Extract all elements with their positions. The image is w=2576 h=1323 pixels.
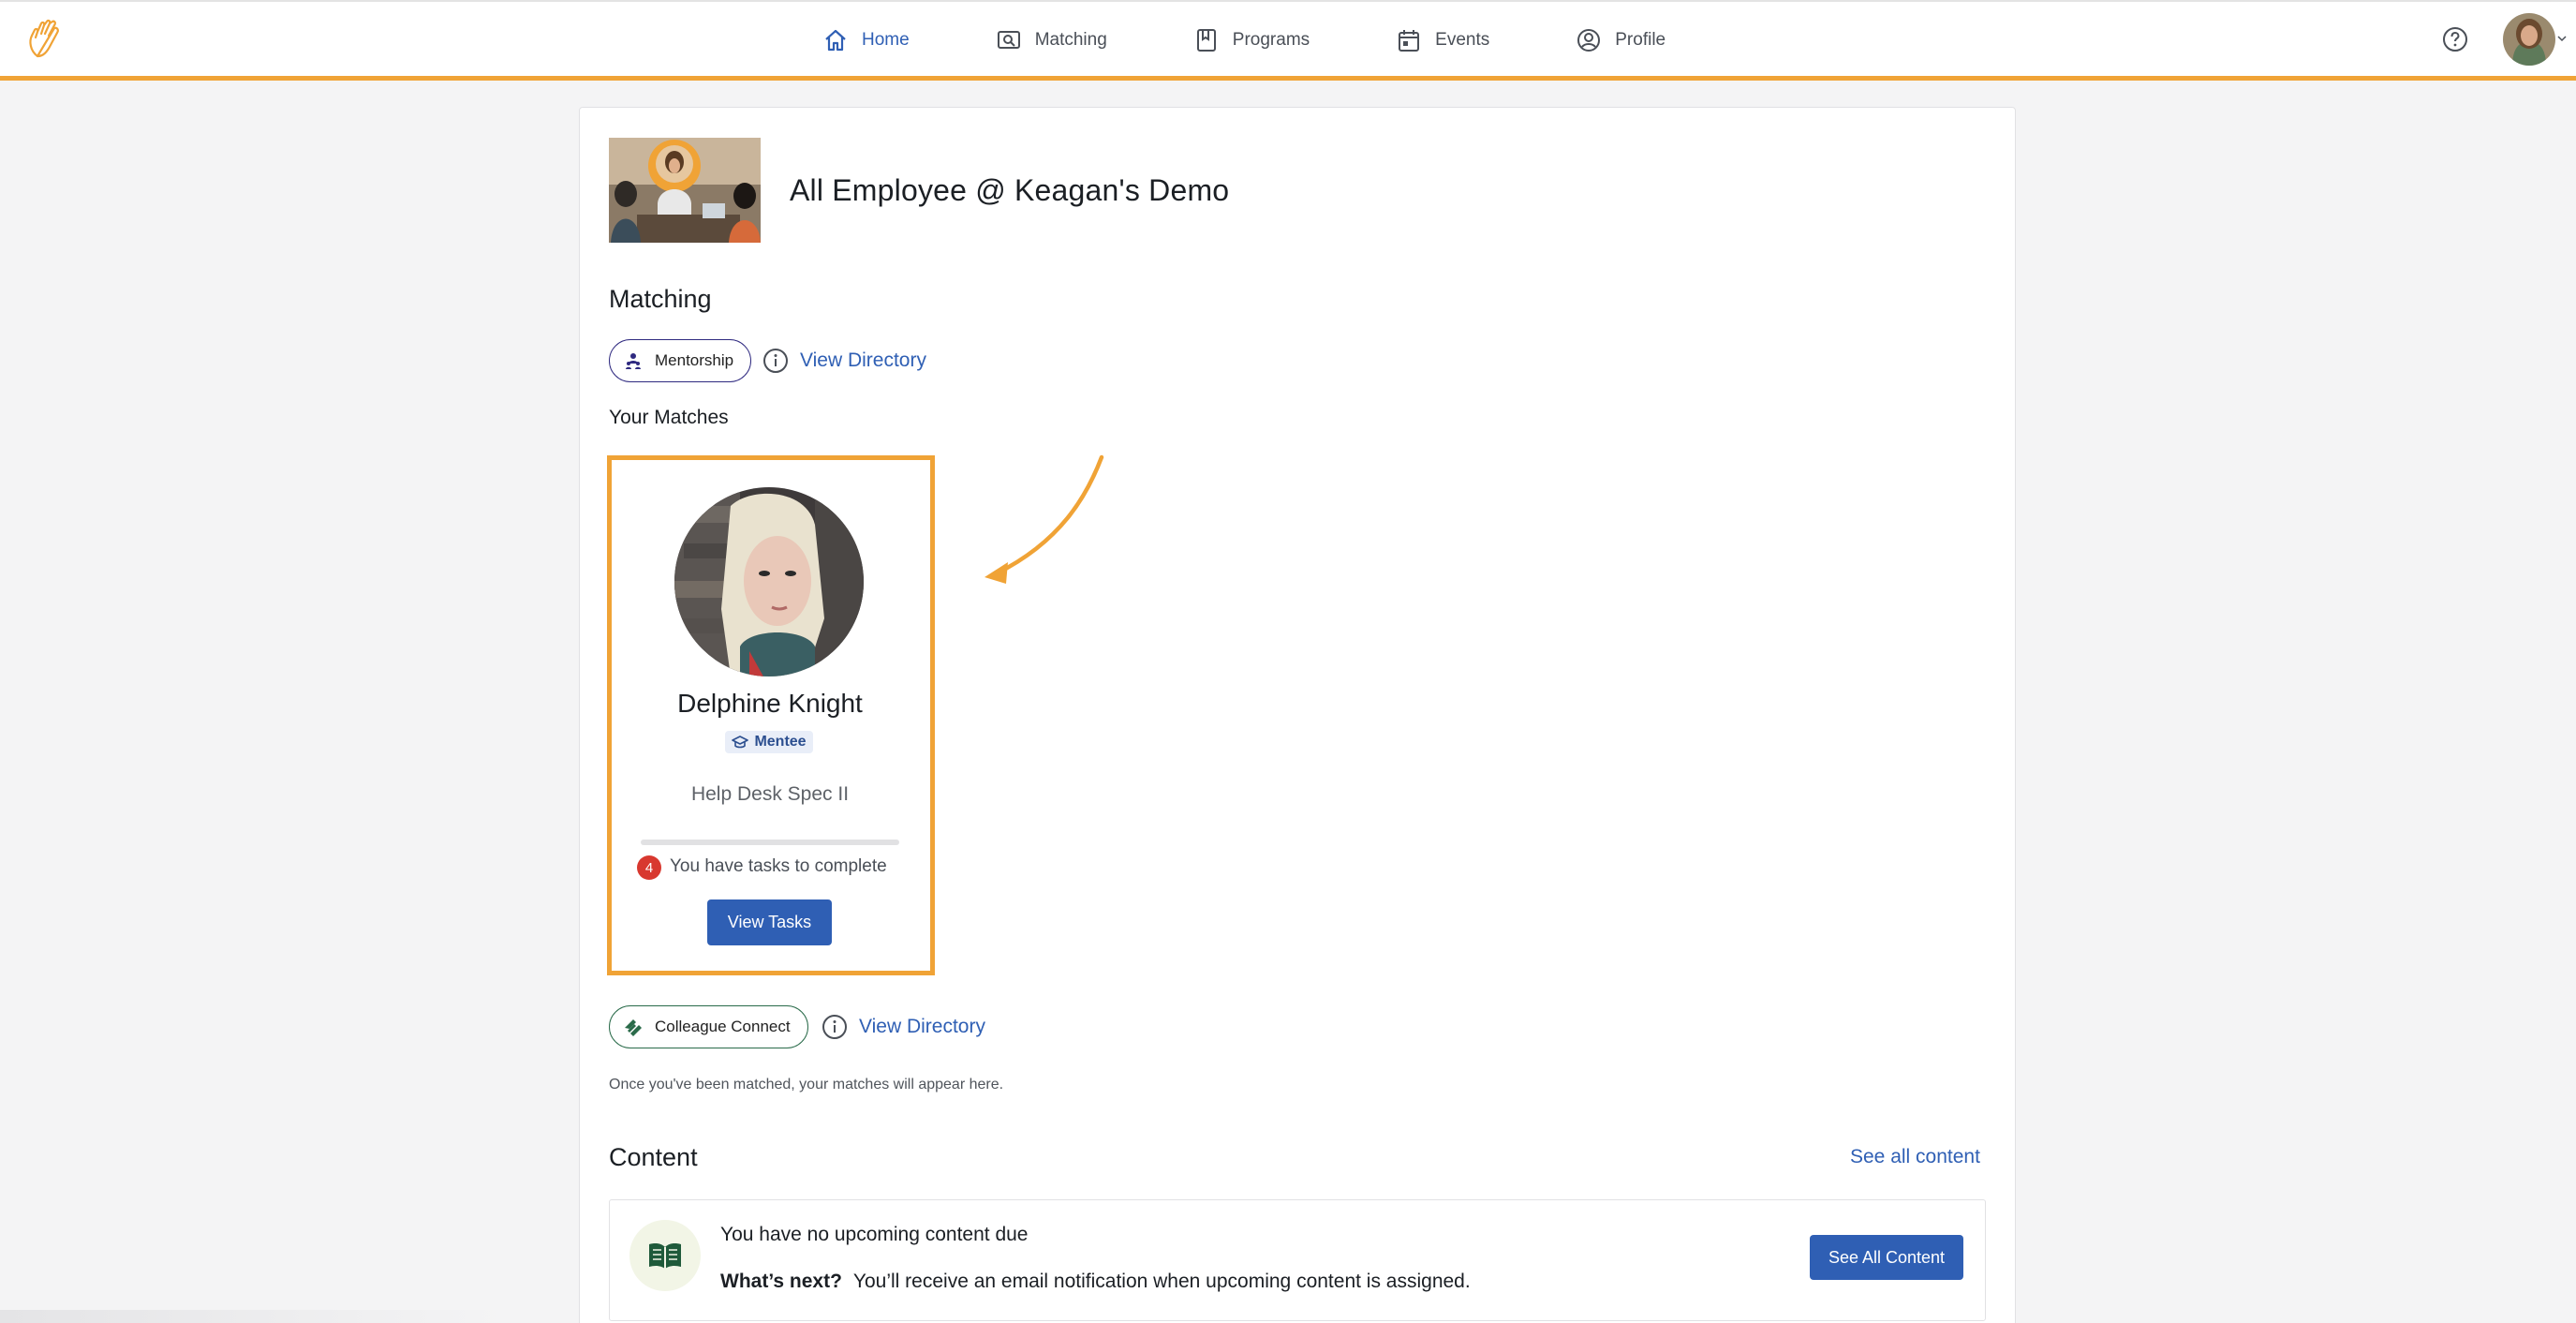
match-progress-bar bbox=[641, 840, 899, 845]
nav-matching[interactable]: Matching bbox=[996, 27, 1107, 53]
book-icon bbox=[1196, 29, 1216, 52]
your-matches-label: Your Matches bbox=[609, 407, 729, 428]
mentorship-chip[interactable]: Mentorship bbox=[609, 339, 752, 382]
bottom-shadow bbox=[0, 1310, 506, 1323]
match-avatar[interactable] bbox=[674, 487, 864, 676]
calendar-icon bbox=[1399, 30, 1420, 52]
mentee-badge: Mentee bbox=[725, 731, 813, 753]
nav-matching-label: Matching bbox=[1034, 30, 1107, 50]
help-icon[interactable] bbox=[2441, 25, 2469, 53]
user-circle-icon bbox=[1577, 29, 1601, 52]
home-icon bbox=[825, 29, 846, 52]
content-section-title: Content bbox=[609, 1143, 698, 1171]
nav-profile[interactable]: Profile bbox=[1576, 27, 1666, 53]
content-empty-state bbox=[609, 1199, 1986, 1321]
nav-programs-label: Programs bbox=[1232, 30, 1310, 50]
nav-programs[interactable]: Programs bbox=[1193, 27, 1310, 53]
task-status-text: You have tasks to complete bbox=[670, 856, 887, 876]
match-role: Help Desk Spec II bbox=[690, 783, 850, 805]
colleague-connect-chip-label: Colleague Connect bbox=[655, 1018, 791, 1035]
colleague-connect-chip[interactable]: Colleague Connect bbox=[609, 1005, 808, 1048]
view-directory-link[interactable]: View Directory bbox=[800, 349, 926, 372]
colleague-connect-icon bbox=[625, 1019, 642, 1036]
nav-profile-label: Profile bbox=[1615, 30, 1666, 50]
graduation-cap-icon bbox=[732, 736, 749, 749]
info-icon[interactable] bbox=[821, 1013, 849, 1041]
no-content-title: You have no upcoming content due bbox=[720, 1224, 1029, 1245]
group-banner-image bbox=[609, 138, 761, 243]
see-all-content-button[interactable]: See All Content bbox=[1810, 1235, 1963, 1280]
whats-next-label: What’s next? bbox=[720, 1271, 842, 1292]
matching-section-title: Matching bbox=[609, 285, 712, 313]
match-name: Delphine Knight bbox=[677, 689, 863, 718]
nav-home[interactable]: Home bbox=[822, 27, 910, 53]
matching-icon bbox=[997, 31, 1020, 49]
mentorship-icon bbox=[626, 353, 641, 369]
whats-next-body: You’ll receive an email notification whe… bbox=[852, 1271, 1471, 1292]
see-all-content-link[interactable]: See all content bbox=[1850, 1146, 1980, 1168]
task-count-badge: 4 bbox=[637, 855, 661, 880]
nav-home-label: Home bbox=[862, 30, 910, 50]
book-open-icon-wrap bbox=[629, 1220, 701, 1291]
group-title: All Employee @ Keagan's Demo bbox=[790, 173, 1230, 207]
mentorship-chip-label: Mentorship bbox=[655, 351, 734, 369]
main-nav: Home Matching Programs Events Profile bbox=[822, 22, 1752, 58]
view-tasks-button[interactable]: View Tasks bbox=[707, 899, 832, 945]
hand-logo-icon[interactable] bbox=[24, 19, 66, 62]
nav-events[interactable]: Events bbox=[1396, 27, 1489, 53]
nav-events-label: Events bbox=[1435, 30, 1490, 50]
annotation-arrow bbox=[985, 454, 1104, 584]
chevron-down-icon[interactable] bbox=[2557, 34, 2567, 43]
matches-empty-note: Once you've been matched, your matches w… bbox=[609, 1077, 1004, 1093]
info-icon[interactable] bbox=[762, 347, 790, 375]
view-directory-link-2[interactable]: View Directory bbox=[859, 1016, 985, 1038]
top-navigation-bar: Home Matching Programs Events Profile bbox=[0, 0, 2576, 81]
user-avatar[interactable] bbox=[2503, 13, 2555, 66]
book-open-icon bbox=[649, 1243, 681, 1269]
whats-next-text: What’s next? You’ll receive an email noti… bbox=[720, 1271, 1471, 1293]
mentee-badge-label: Mentee bbox=[754, 734, 807, 750]
